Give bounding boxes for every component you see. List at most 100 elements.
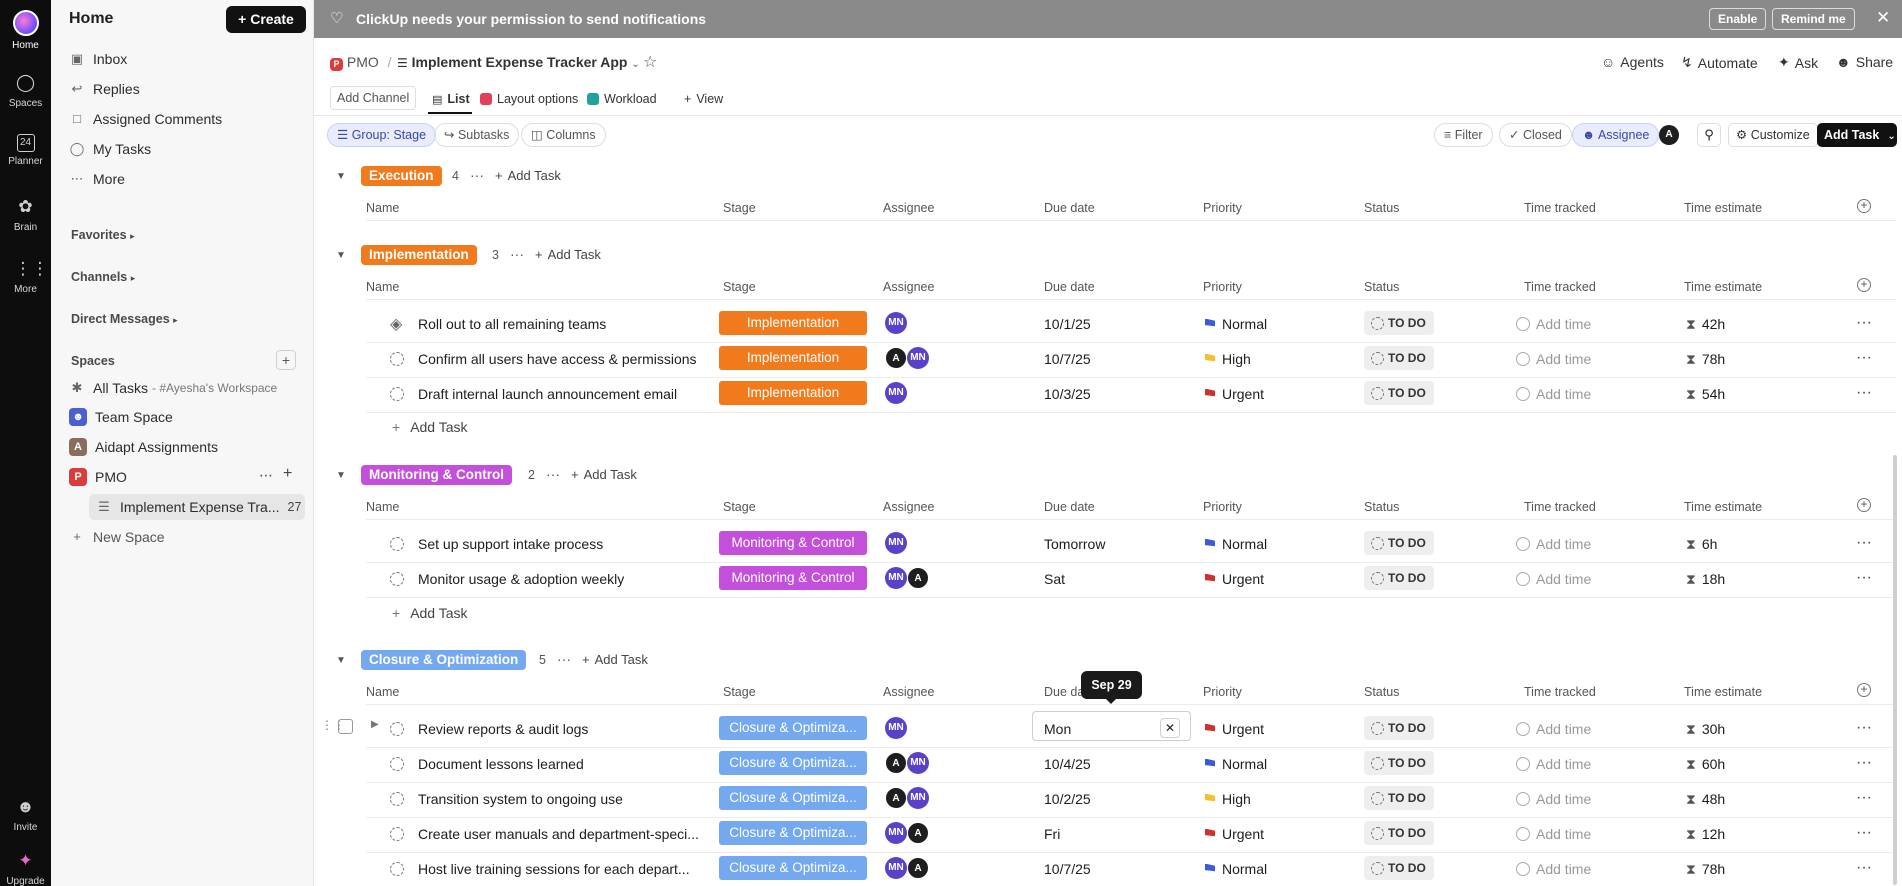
due-date[interactable]: 10/3/25 [1044,386,1091,402]
add-space-icon[interactable]: + [276,350,296,370]
rail-planner[interactable]: 24 Planner [0,134,51,167]
time-estimate[interactable]: ⧗ 60h [1686,756,1725,773]
agents-button[interactable]: ☺ Agents [1601,54,1664,70]
status-badge[interactable]: TO DO [1364,531,1434,555]
avatar[interactable]: A [885,752,907,774]
rail-upgrade[interactable]: ✦ Upgrade [0,850,51,886]
column-header-name[interactable]: Name [366,685,399,699]
breadcrumb-pmo[interactable]: PMO [347,54,379,70]
column-header-assignee[interactable]: Assignee [883,500,934,514]
group-collapse-caret-icon[interactable]: ▼ [336,470,346,481]
due-date[interactable]: Tomorrow [1044,536,1105,552]
avatar[interactable]: A [907,822,929,844]
sidebar-new-space[interactable]: + New Space [69,525,164,549]
time-tracked[interactable]: Add time [1516,826,1591,842]
column-header-priority[interactable]: Priority [1203,685,1242,699]
priority[interactable]: High [1205,791,1251,807]
group-label[interactable]: Execution [361,166,442,186]
close-icon[interactable]: ✕ [1876,8,1890,28]
tab-list[interactable]: ▤ List [432,89,470,109]
due-date[interactable]: 10/1/25 [1044,316,1091,332]
column-header-due[interactable]: Due date [1044,500,1095,514]
status-badge[interactable]: TO DO [1364,311,1434,335]
rail-invite[interactable]: ☻ Invite [0,796,51,833]
column-header-status[interactable]: Status [1364,201,1399,215]
group-collapse-caret-icon[interactable]: ▼ [336,250,346,261]
time-estimate[interactable]: ⧗ 48h [1686,791,1725,808]
sidebar-item-my-tasks[interactable]: ◯ My Tasks [69,137,151,161]
stage-badge[interactable]: Implementation [719,381,867,405]
avatar[interactable]: MN [885,532,907,554]
avatar[interactable]: A [885,347,907,369]
group-label[interactable]: Implementation [361,245,477,265]
time-tracked[interactable]: Add time [1516,756,1591,772]
rail-brain[interactable]: ✿ Brain [0,196,51,233]
row-more-icon[interactable]: ··· [1856,789,1872,807]
group-collapse-caret-icon[interactable]: ▼ [336,171,346,182]
list-title[interactable]: ☰ Implement Expense Tracker App ⌄ [397,54,640,70]
column-header-priority[interactable]: Priority [1203,201,1242,215]
column-header-tracked[interactable]: Time tracked [1524,685,1596,699]
column-header-assignee[interactable]: Assignee [883,201,934,215]
status-circle-icon[interactable] [390,537,404,551]
task-name[interactable]: Host live training sessions for each dep… [418,861,690,877]
due-date[interactable]: 10/2/25 [1044,791,1091,807]
time-tracked[interactable]: Add time [1516,571,1591,587]
row-more-icon[interactable]: ··· [1856,569,1872,587]
column-header-status[interactable]: Status [1364,685,1399,699]
column-header-due[interactable]: Due date [1044,280,1095,294]
priority[interactable]: Urgent [1205,386,1264,402]
inline-add-task-button[interactable]: + Add Task [392,419,468,435]
enable-button[interactable]: Enable [1709,8,1767,30]
automate-button[interactable]: ↯ Automate [1681,54,1758,71]
column-header-estimate[interactable]: Time estimate [1684,500,1762,514]
row-more-icon[interactable]: ··· [1856,824,1872,842]
rail-more[interactable]: ⋮⋮ More [0,258,51,295]
time-estimate[interactable]: ⧗ 12h [1686,826,1725,843]
closed-chip[interactable]: ✓ Closed [1499,123,1572,147]
columns-chip[interactable]: ◫ Columns [521,123,606,147]
add-column-icon[interactable]: + [1857,278,1871,292]
row-checkbox[interactable] [338,719,353,734]
expand-caret-icon[interactable]: ▶ [371,719,379,730]
time-estimate[interactable]: ⧗ 78h [1686,861,1725,878]
group-more-icon[interactable]: ··· [470,167,484,183]
search-button[interactable]: ⚲ [1697,123,1721,147]
stage-badge[interactable]: Implementation [719,311,867,335]
column-header-stage[interactable]: Stage [723,500,756,514]
remind-me-button[interactable]: Remind me [1772,8,1855,30]
priority[interactable]: Urgent [1205,721,1264,737]
group-add-task-button[interactable]: + Add Task [571,467,637,482]
task-name[interactable]: Confirm all users have access & permissi… [418,351,697,367]
row-more-icon[interactable]: ··· [1856,859,1872,877]
stage-badge[interactable]: Monitoring & Control [719,531,867,555]
column-header-stage[interactable]: Stage [723,280,756,294]
priority[interactable]: Normal [1205,316,1267,332]
status-badge[interactable]: TO DO [1364,716,1434,740]
column-header-name[interactable]: Name [366,500,399,514]
rail-spaces[interactable]: ◯ Spaces [0,72,51,109]
column-header-estimate[interactable]: Time estimate [1684,685,1762,699]
avatar[interactable]: MN [885,567,907,589]
customize-button[interactable]: ⚙ Customize [1728,123,1818,147]
due-date[interactable]: 10/7/25 [1044,351,1091,367]
status-badge[interactable]: TO DO [1364,346,1434,370]
sidebar-space-aidapt[interactable]: A Aidapt Assignments [69,435,218,459]
due-date[interactable]: Sat [1044,571,1065,587]
group-add-task-button[interactable]: + Add Task [495,168,561,183]
avatar[interactable]: A [907,857,929,879]
status-circle-icon[interactable] [390,722,404,736]
stage-badge[interactable]: Closure & Optimiza... [719,856,867,880]
task-name[interactable]: Review reports & audit logs [418,721,588,737]
group-more-icon[interactable]: ··· [510,246,524,262]
priority[interactable]: Urgent [1205,571,1264,587]
avatar[interactable]: MN [885,312,907,334]
status-badge[interactable]: TO DO [1364,821,1434,845]
group-label[interactable]: Monitoring & Control [361,465,512,485]
time-estimate[interactable]: ⧗ 42h [1686,316,1725,333]
inline-add-task-button[interactable]: + Add Task [392,605,468,621]
row-more-icon[interactable]: ··· [1856,314,1872,332]
priority[interactable]: Urgent [1205,826,1264,842]
column-header-due[interactable]: Due da [1044,685,1084,699]
column-header-priority[interactable]: Priority [1203,280,1242,294]
